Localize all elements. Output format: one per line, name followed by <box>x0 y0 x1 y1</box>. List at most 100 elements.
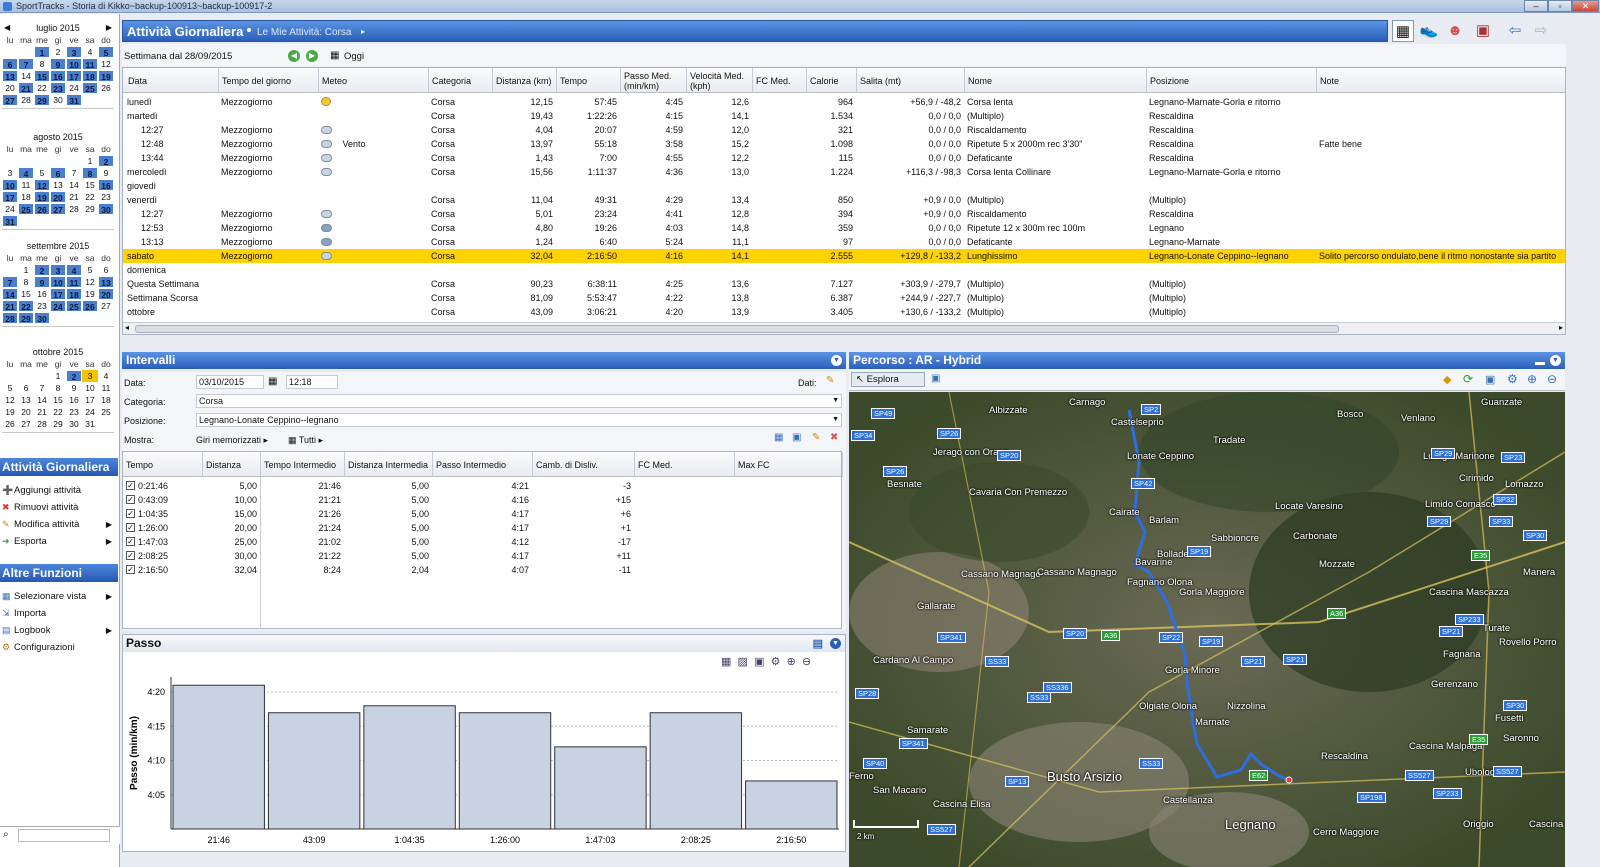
calendar-day[interactable]: 27 <box>2 94 18 106</box>
calendar-day[interactable]: 23 <box>98 191 114 203</box>
calendar-day[interactable]: 27 <box>18 418 34 430</box>
save-icon[interactable]: ▣ <box>754 656 764 668</box>
search-input[interactable] <box>18 829 110 842</box>
table-row[interactable]: ✓ 0:21:46 5,00 21:46 5,00 4:21 -3 <box>123 479 841 493</box>
calendar-day[interactable]: 23 <box>34 300 50 312</box>
time-field[interactable]: 12:18 <box>286 375 338 389</box>
position-select[interactable]: Legnano-Lonate Ceppino--legnano ▼ <box>196 413 842 427</box>
column-header[interactable]: Max FC <box>735 452 843 477</box>
calendar-day[interactable]: 7 <box>2 276 18 288</box>
scrollbar-thumb[interactable] <box>135 325 1339 333</box>
calendar-day[interactable]: 30 <box>50 94 66 106</box>
route-map[interactable]: Albizzate Carnago Castelseprio Bosco Venlano… <box>849 392 1565 867</box>
calendar-day[interactable]: 8 <box>34 58 50 70</box>
calendar-day[interactable]: 31 <box>66 94 82 106</box>
calendar-day[interactable]: 29 <box>18 312 34 324</box>
calendar-day[interactable]: 25 <box>98 406 114 418</box>
table-row[interactable]: lunedì Mezzogiorno Corsa 12,15 57:45 4:45 12,6… <box>123 95 1565 109</box>
show-all-dropdown[interactable]: ▦ Tutti ▸ <box>288 433 323 447</box>
calendar-day[interactable]: 12 <box>2 394 18 406</box>
calendar-day[interactable]: 30 <box>66 418 82 430</box>
layout-icon[interactable]: ▤ <box>813 636 823 653</box>
table-row[interactable]: sabato Mezzogiorno Corsa 32,04 2:16:50 4:16 14… <box>123 249 1565 263</box>
select-view-item[interactable]: ▦ Selezionare vista ▶ <box>0 589 114 605</box>
collapse-icon[interactable]: ▼ <box>830 638 841 649</box>
export-item[interactable]: ➔ Esporta ▶ <box>0 534 114 550</box>
calendar-day[interactable]: 11 <box>82 58 98 70</box>
pencil-icon[interactable]: ✎ <box>826 375 834 386</box>
table-row[interactable]: martedì Corsa 19,43 1:22:26 4:15 14,1 1.534 0,0… <box>123 109 1565 123</box>
column-header[interactable]: Meteo <box>319 68 429 93</box>
row-checkbox[interactable]: ✓ <box>126 509 135 518</box>
calendar-day[interactable]: 26 <box>2 418 18 430</box>
calendar-day[interactable]: 30 <box>34 312 50 324</box>
calendar-day[interactable]: 2 <box>66 370 82 382</box>
breadcrumb[interactable]: Le Mie Attività: Corsa <box>257 27 351 38</box>
calendar-day[interactable]: 24 <box>50 300 66 312</box>
calendar-day[interactable]: 17 <box>66 70 82 82</box>
calendar-day[interactable]: 31 <box>2 215 18 227</box>
calendar-day[interactable]: 11 <box>66 276 82 288</box>
table-row[interactable]: 12:53 Mezzogiorno Corsa 4,80 19:26 4:03 14,8 35… <box>123 221 1565 235</box>
calendar-day[interactable]: 25 <box>66 300 82 312</box>
calendar-day[interactable]: 4 <box>66 264 82 276</box>
calendar-day[interactable]: 7 <box>18 58 34 70</box>
delete-icon[interactable]: ✖ <box>830 432 838 443</box>
table-row[interactable]: mercoledì Mezzogiorno Corsa 15,56 1:11:37 4:3… <box>123 165 1565 179</box>
calendar-day[interactable]: 20 <box>50 191 66 203</box>
refresh-icon[interactable]: ⟳ <box>1463 372 1473 386</box>
table-row[interactable]: ottobre Corsa 43,09 3:06:21 4:20 13,9 3.405 +13… <box>123 305 1565 319</box>
table-row[interactable]: 13:13 Mezzogiorno Corsa 1,24 6:40 5:24 11,1 97 0… <box>123 235 1565 249</box>
calendar-day[interactable]: 23 <box>66 406 82 418</box>
column-header[interactable]: FC Med. <box>753 68 807 93</box>
back-arrow-icon[interactable]: ⇦ <box>1504 20 1526 42</box>
row-checkbox[interactable]: ✓ <box>126 537 135 546</box>
calendar-day[interactable]: 9 <box>98 167 114 179</box>
maximize-button[interactable]: ▫ <box>1548 0 1572 12</box>
calendar-day[interactable]: 19 <box>34 191 50 203</box>
calendar-day[interactable]: 24 <box>2 203 18 215</box>
calendar-day[interactable]: 5 <box>82 264 98 276</box>
next-month-icon[interactable]: ▶ <box>106 22 112 34</box>
settings-item[interactable]: ⚙ Configurazioni <box>0 640 114 656</box>
pace-bar[interactable] <box>363 705 456 830</box>
calendar-day[interactable]: 21 <box>2 300 18 312</box>
calendar-day[interactable]: 28 <box>66 203 82 215</box>
calendar-day[interactable]: 15 <box>34 70 50 82</box>
calendar-day[interactable]: 20 <box>98 288 114 300</box>
calendar-day[interactable]: 9 <box>66 382 82 394</box>
calendar-day[interactable]: 27 <box>50 203 66 215</box>
horizontal-scrollbar[interactable]: ◂ ▸ <box>123 322 1565 334</box>
calendar-day[interactable]: 10 <box>82 382 98 394</box>
calendar-day[interactable]: 7 <box>66 167 82 179</box>
calendar-day[interactable]: 16 <box>66 394 82 406</box>
calendar-day[interactable]: 10 <box>66 58 82 70</box>
search-box[interactable]: ⌕ <box>0 826 120 844</box>
pace-bar[interactable] <box>649 712 743 830</box>
calendar-day[interactable]: 16 <box>50 70 66 82</box>
prev-week-button[interactable]: ◀ <box>288 50 300 62</box>
calendar-day[interactable]: 13 <box>50 179 66 191</box>
column-header[interactable]: Posizione <box>1147 68 1317 93</box>
calendar-day[interactable]: 12 <box>34 179 50 191</box>
column-header[interactable]: Camb. di Disliv. <box>533 452 635 477</box>
grid-icon[interactable]: ▦ <box>721 656 731 668</box>
calendar-day[interactable]: 22 <box>34 82 50 94</box>
column-header[interactable]: Note <box>1317 68 1565 93</box>
calendar-day[interactable]: 11 <box>18 179 34 191</box>
calendar-day[interactable]: 29 <box>34 94 50 106</box>
calendar-day[interactable]: 5 <box>98 46 114 58</box>
calendar-day[interactable]: 20 <box>18 406 34 418</box>
calendar-icon[interactable]: ▦ <box>268 376 277 387</box>
column-header[interactable]: Passo Intermedio <box>433 452 533 477</box>
row-checkbox[interactable]: ✓ <box>126 495 135 504</box>
calendar-day[interactable]: 23 <box>50 82 66 94</box>
calendar-day[interactable]: 18 <box>66 288 82 300</box>
column-header[interactable]: FC Med. <box>635 452 735 477</box>
calendar-day[interactable]: 18 <box>18 191 34 203</box>
calendar-day[interactable]: 14 <box>2 288 18 300</box>
calendar-day[interactable]: 20 <box>2 82 18 94</box>
today-button[interactable]: Oggi <box>344 51 364 62</box>
table-row[interactable]: venerdì Corsa 11,04 49:31 4:29 13,4 850 +0,9 / … <box>123 193 1565 207</box>
show-laps-dropdown[interactable]: Giri memorizzati ▸ <box>196 433 268 447</box>
